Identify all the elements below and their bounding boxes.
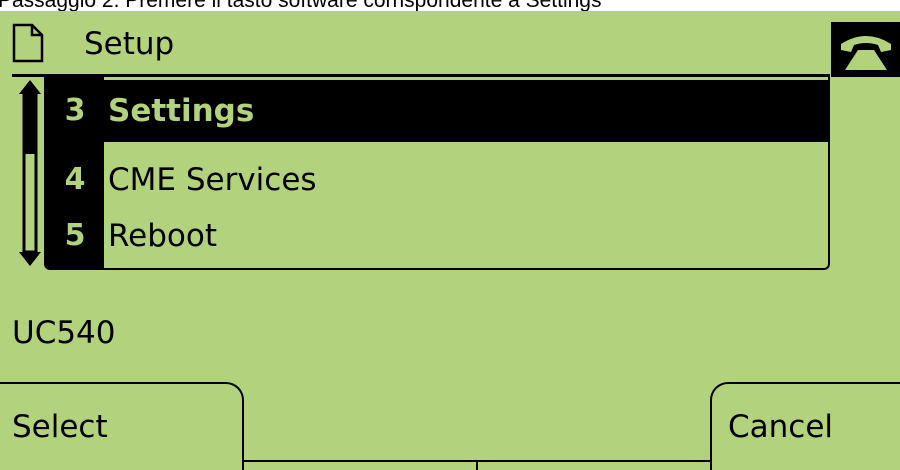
menu-item-settings[interactable]: 3 Settings [46, 80, 830, 142]
scrollbar-thumb[interactable] [24, 94, 36, 154]
menu-item-number: 3 [64, 93, 86, 128]
screen-title: Setup [84, 26, 175, 62]
device-name-label: UC540 [12, 315, 116, 351]
line-status-indicator [831, 22, 900, 77]
document-icon [12, 23, 44, 63]
instruction-caption: Passaggio 2. Premere il tasto software c… [0, 0, 900, 11]
softkey-label: Cancel [728, 409, 834, 445]
menu-item-label: Settings [108, 93, 255, 129]
cancel-softkey[interactable]: Cancel [710, 382, 900, 470]
softkey-separator [476, 460, 478, 470]
menu-item-label: Reboot [108, 218, 217, 254]
menu-item-number: 4 [64, 162, 86, 197]
phone-handset-icon [841, 36, 891, 70]
scroll-down-arrow-icon[interactable] [19, 252, 41, 266]
softkey-label: Select [12, 409, 108, 445]
menu-item-label: CME Services [108, 162, 317, 198]
menu-item-number: 5 [64, 218, 86, 253]
phone-lcd-screen: Setup 3 Settings 4 CME Services 5 Reboot… [0, 11, 900, 470]
scrollbar[interactable] [14, 80, 46, 266]
menu-item-cme-services[interactable]: 4 CME Services [46, 149, 830, 211]
select-softkey[interactable]: Select [0, 382, 244, 470]
menu-item-reboot[interactable]: 5 Reboot [46, 205, 830, 267]
scroll-up-arrow-icon[interactable] [19, 80, 41, 94]
